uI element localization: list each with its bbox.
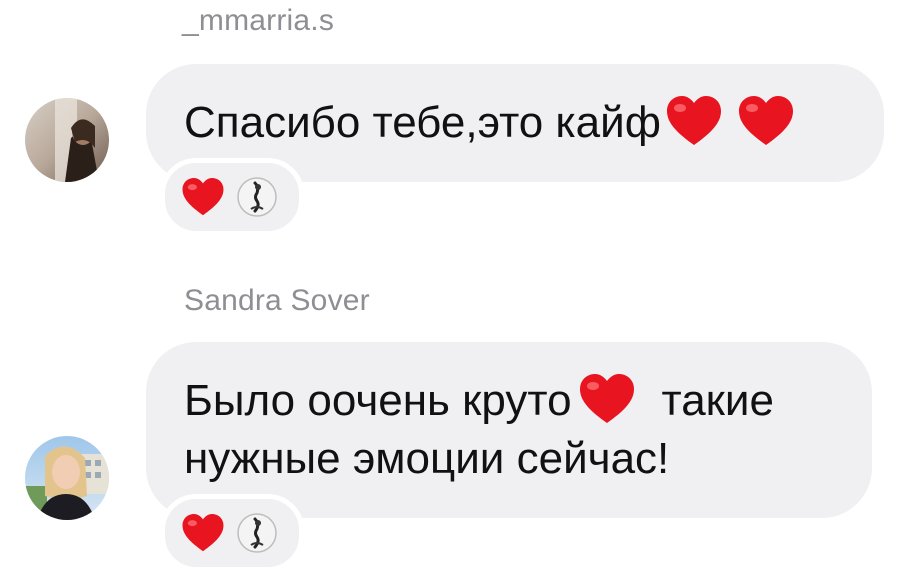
message-text-line: нужные эмоции сейчас!: [184, 434, 670, 483]
reactions-pill[interactable]: [160, 494, 304, 571]
heart-emoji-icon: [666, 96, 721, 145]
message-text-line: Было оочень круто: [184, 376, 572, 425]
heart-emoji-icon: [579, 374, 634, 423]
message-text-line: Спасибо тебе,это кайф: [184, 98, 661, 147]
reactor-avatar: [237, 513, 277, 553]
message-text: Спасибо тебе,это кайф: [184, 94, 884, 152]
sender-name[interactable]: _mmarria.s: [182, 4, 334, 38]
heart-emoji-icon: [738, 96, 793, 145]
message-text: Было оочень круто такие: [184, 372, 872, 430]
heart-reaction-icon: [182, 178, 224, 216]
avatar-photo: [25, 98, 109, 182]
message-text-line: такие: [661, 376, 774, 425]
message-bubble[interactable]: Было оочень круто такие нужные эмоции сей…: [146, 342, 872, 518]
chat-thread: _mmarria.s Спасибо тебе,это кайф Sandra …: [0, 0, 918, 571]
avatar-photo: [25, 436, 109, 520]
reactions-pill[interactable]: [160, 158, 304, 236]
sender-name[interactable]: Sandra Sover: [184, 284, 370, 318]
heart-reaction-icon: [182, 514, 224, 552]
avatar[interactable]: [25, 98, 109, 182]
avatar[interactable]: [25, 436, 109, 520]
reactor-avatar: [237, 177, 277, 217]
